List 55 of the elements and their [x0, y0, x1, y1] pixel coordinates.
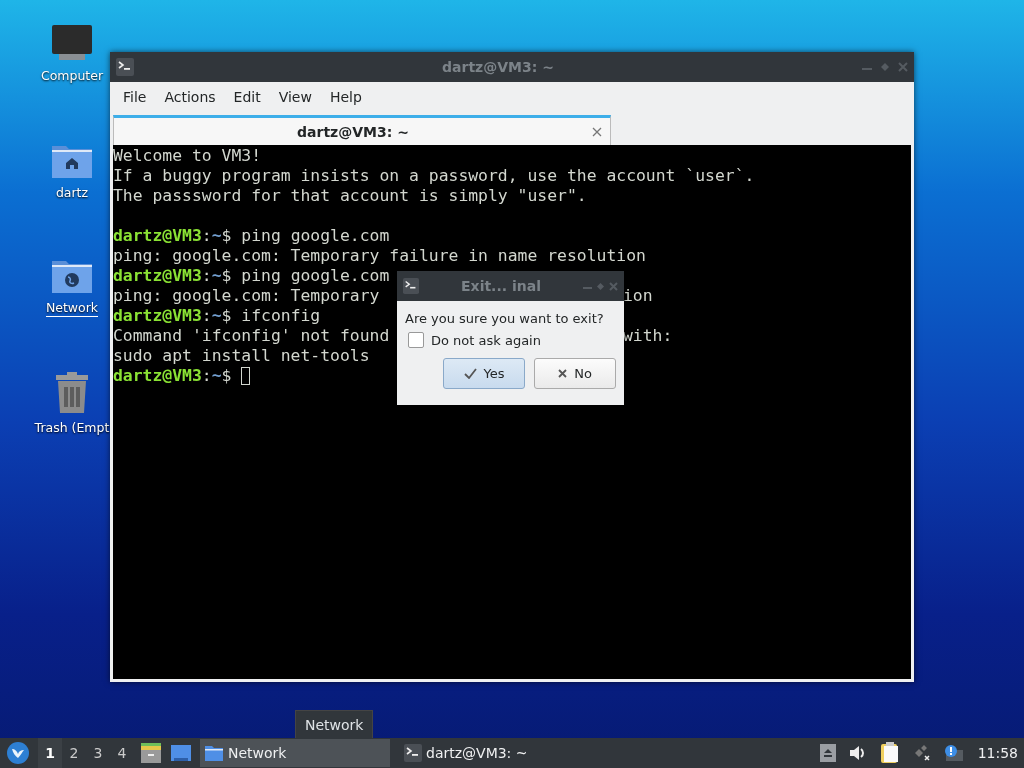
workspace-button[interactable]: 4 — [110, 738, 134, 768]
menu-item[interactable]: File — [114, 89, 156, 105]
prompt-line: dartz@VM3:~$ ifconfig — [113, 306, 321, 325]
checkbox[interactable] — [408, 332, 424, 348]
yes-button[interactable]: Yes — [443, 358, 525, 389]
file-cabinet-icon[interactable] — [140, 742, 162, 764]
dialog-title: Exit... inal — [460, 278, 542, 294]
prompt-line: dartz@VM3:~$ ping google.com — [113, 226, 390, 245]
terminal-icon — [403, 278, 419, 294]
notification-icon[interactable] — [943, 744, 964, 762]
trash-icon — [54, 372, 90, 414]
taskbar-task[interactable]: dartz@VM3: ~ — [400, 739, 590, 767]
menu-item[interactable]: Actions — [155, 89, 225, 105]
check-icon — [463, 368, 477, 379]
close-tab-icon[interactable] — [592, 126, 602, 137]
terminal-line: sudo apt install net-tools — [113, 346, 370, 365]
folder-icon — [204, 744, 224, 762]
terminal-line: The passsword for that account is simply "user". — [113, 186, 587, 205]
desktop-icon-label[interactable]: Network — [45, 300, 99, 317]
window-title: dartz@VM3: ~ — [441, 59, 555, 75]
terminal-icon — [116, 58, 134, 76]
desktop-icon[interactable] — [170, 743, 192, 763]
monitor-icon — [51, 24, 93, 62]
taskbar-task[interactable]: Network — [200, 739, 390, 767]
menu-item[interactable]: View — [269, 89, 321, 105]
terminal-line: Welcome to VM3! — [113, 146, 262, 165]
terminal-line: Command 'ifconfig' not found — [113, 326, 390, 345]
terminal-line: ping: google.com: Temporary — [113, 286, 380, 305]
workspace-button[interactable]: 1 — [38, 738, 62, 768]
terminal-line: with: — [623, 326, 673, 346]
start-menu-icon[interactable] — [6, 741, 30, 765]
speaker-icon[interactable] — [848, 745, 867, 761]
terminal-line: If a buggy program insists on a password, use the account `user`. — [113, 166, 755, 185]
terminal-tab[interactable]: dartz@VM3: ~ — [113, 115, 611, 145]
close-icon — [558, 369, 568, 378]
desktop-icon-label[interactable]: Trash (Empt — [34, 420, 110, 436]
menu-item[interactable]: Edit — [224, 89, 270, 105]
workspace-button[interactable]: 3 — [86, 738, 110, 768]
prompt-line: dartz@VM3:~$ ping google.com — [113, 266, 390, 285]
clipboard-icon[interactable] — [879, 742, 900, 764]
home-folder-icon — [51, 143, 93, 179]
terminal-line: ion — [623, 286, 653, 306]
workspace-button[interactable]: 2 — [62, 738, 86, 768]
globe-folder-icon — [51, 258, 93, 294]
terminal-line: ping: google.com: Temporary failure in name resolution — [113, 246, 646, 265]
checkbox-label[interactable]: Do not ask again — [431, 332, 541, 348]
no-button[interactable]: No — [534, 358, 616, 389]
eject-icon[interactable] — [819, 744, 836, 762]
tooltip-text: Network — [305, 717, 364, 733]
prompt-line: dartz@VM3:~$ — [113, 366, 233, 385]
clock[interactable]: 11:58 — [977, 745, 1018, 761]
terminal-icon — [404, 744, 422, 762]
menu-item[interactable]: Help — [320, 89, 371, 105]
dialog-message: Are you sure you want to exit? — [405, 311, 605, 326]
desktop-icon-label[interactable]: dartz — [55, 185, 89, 201]
